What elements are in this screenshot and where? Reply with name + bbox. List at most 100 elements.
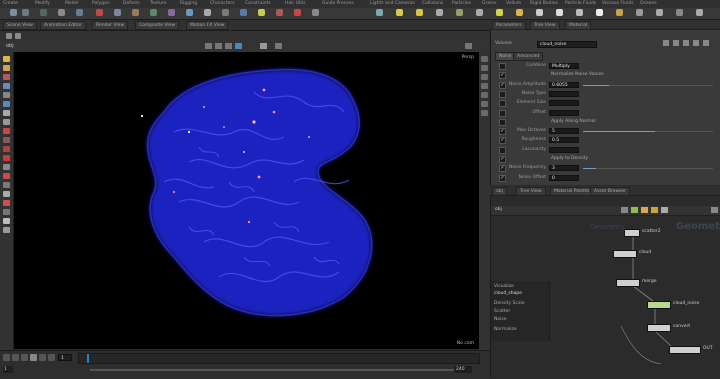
display-toggle-icon[interactable] (3, 218, 10, 224)
network-tab[interactable]: obj (492, 187, 507, 196)
path-label[interactable]: obj (6, 43, 14, 49)
next-frame-icon[interactable] (48, 354, 55, 361)
shelf-tab[interactable]: Collisions (422, 1, 443, 7)
pin-icon[interactable] (275, 43, 282, 49)
shelf-tab[interactable]: Particle Fluids (565, 1, 596, 7)
environment-light-tool-icon[interactable] (516, 9, 523, 16)
info-icon[interactable] (683, 40, 689, 46)
tab-tree-view[interactable]: Tree View (530, 21, 560, 30)
shelf-tab[interactable]: Constraints (245, 1, 271, 7)
param-checkbox[interactable] (499, 90, 506, 98)
lock-icon[interactable] (693, 40, 699, 46)
display-option-icon[interactable] (481, 83, 488, 89)
magnet-tool-icon[interactable] (3, 146, 10, 152)
shelf-tab[interactable]: Viscous Fluids (602, 1, 634, 7)
tab-scene-view[interactable]: Scene View (3, 21, 37, 30)
tab-motion-fx[interactable]: Motion FX View (186, 21, 229, 30)
play-icon[interactable] (39, 354, 46, 361)
null-tool-icon[interactable] (96, 9, 103, 16)
selection-icon[interactable] (235, 43, 242, 49)
gi-light-tool-icon[interactable] (556, 9, 563, 16)
grid-tool-icon[interactable] (76, 9, 83, 16)
first-frame-icon[interactable] (3, 354, 10, 361)
record-icon[interactable] (3, 128, 10, 134)
grid-snap-icon[interactable] (3, 173, 10, 179)
param-checkbox[interactable] (499, 146, 506, 154)
tab-animation-editor[interactable]: Animation Editor (40, 21, 86, 30)
brush-tool-icon[interactable] (3, 137, 10, 143)
lock-icon[interactable] (260, 43, 267, 49)
handle-tool-icon[interactable] (3, 92, 10, 98)
param-field[interactable]: Normalize Noise Values (549, 72, 649, 78)
viewport[interactable]: Persp No cam (14, 52, 488, 349)
network-node[interactable] (647, 324, 671, 332)
shelf-tab[interactable]: Polygon (92, 1, 110, 7)
prev-frame-icon[interactable] (12, 354, 19, 361)
node-name-field[interactable]: cloud_noise (537, 41, 597, 48)
network-tab[interactable]: Asset Browser (590, 187, 630, 196)
param-tab[interactable]: Advanced (513, 52, 544, 61)
gamepad-camera-tool-icon[interactable] (696, 9, 703, 16)
network-node[interactable] (624, 229, 640, 237)
display-option-icon[interactable] (481, 110, 488, 116)
pose-tool-icon[interactable] (3, 101, 10, 107)
area-light-tool-icon[interactable] (436, 9, 443, 16)
spray-tool-icon[interactable] (186, 9, 193, 16)
stereo-camera-tool-icon[interactable] (636, 9, 643, 16)
shelf-tab[interactable]: Deform (123, 1, 140, 7)
param-checkbox[interactable]: ✓ (499, 72, 506, 80)
select-tool-icon[interactable] (3, 56, 10, 62)
platonic-tool-icon[interactable] (222, 9, 229, 16)
pin-icon[interactable] (703, 40, 709, 46)
param-field[interactable] (549, 100, 579, 107)
circle-tool-icon[interactable] (132, 9, 139, 16)
sky-light-tool-icon[interactable] (536, 9, 543, 16)
shelf-tab[interactable]: Modify (35, 1, 50, 7)
shelf-tab[interactable]: Rigid Bodies (530, 1, 558, 7)
param-checkbox[interactable]: ✓ (499, 174, 506, 182)
view-tool-icon[interactable] (205, 43, 212, 49)
shelf-tab[interactable]: Vellum (506, 1, 521, 7)
shelf-tab[interactable]: Hair Utils (285, 1, 306, 7)
display-option-icon[interactable] (481, 56, 488, 62)
ambient-light-tool-icon[interactable] (616, 9, 623, 16)
snap-tool-icon[interactable] (215, 43, 222, 49)
param-field[interactable]: 3 (549, 165, 579, 172)
spiral-tool-icon[interactable] (294, 9, 301, 16)
pane-options-icon[interactable] (465, 43, 472, 49)
display-options-icon[interactable] (225, 43, 232, 49)
switcher-tool-icon[interactable] (676, 9, 683, 16)
snap-icon[interactable] (3, 155, 10, 161)
back-arrow-icon[interactable] (6, 33, 12, 39)
caustic-light-tool-icon[interactable] (576, 9, 583, 16)
display-option-icon[interactable] (481, 74, 488, 80)
line-tool-icon[interactable] (114, 9, 121, 16)
playhead[interactable] (87, 354, 89, 363)
multi-snap-icon[interactable] (3, 200, 10, 206)
network-node[interactable] (616, 279, 640, 287)
help-icon[interactable] (673, 40, 679, 46)
measure-icon[interactable] (3, 164, 10, 170)
vr-camera-tool-icon[interactable] (656, 9, 663, 16)
param-checkbox[interactable] (499, 109, 506, 117)
param-checkbox[interactable]: ✓ (499, 137, 506, 145)
param-field[interactable]: Multiply (549, 63, 579, 69)
tab-parameters[interactable]: Parameters (492, 21, 526, 30)
network-node[interactable] (613, 250, 637, 258)
network-node[interactable] (669, 346, 701, 354)
point-light-tool-icon[interactable] (396, 9, 403, 16)
forward-arrow-icon[interactable] (15, 33, 21, 39)
metaball-tool-icon[interactable] (258, 9, 265, 16)
param-field[interactable]: 0.6055 (549, 81, 579, 88)
path-tool-icon[interactable] (168, 9, 175, 16)
shelf-tab[interactable]: Oceans (640, 1, 657, 7)
shelf-tab[interactable]: Model (65, 1, 79, 7)
wireframe-icon[interactable] (3, 227, 10, 233)
end-frame-field[interactable]: 240 (454, 366, 472, 373)
stop-icon[interactable] (30, 354, 37, 361)
start-frame-field[interactable]: 1 (3, 366, 13, 373)
timeline-scrubber[interactable] (78, 353, 480, 364)
range-slider[interactable] (90, 369, 470, 371)
gear-icon[interactable] (663, 40, 669, 46)
prim-snap-icon[interactable] (3, 182, 10, 188)
